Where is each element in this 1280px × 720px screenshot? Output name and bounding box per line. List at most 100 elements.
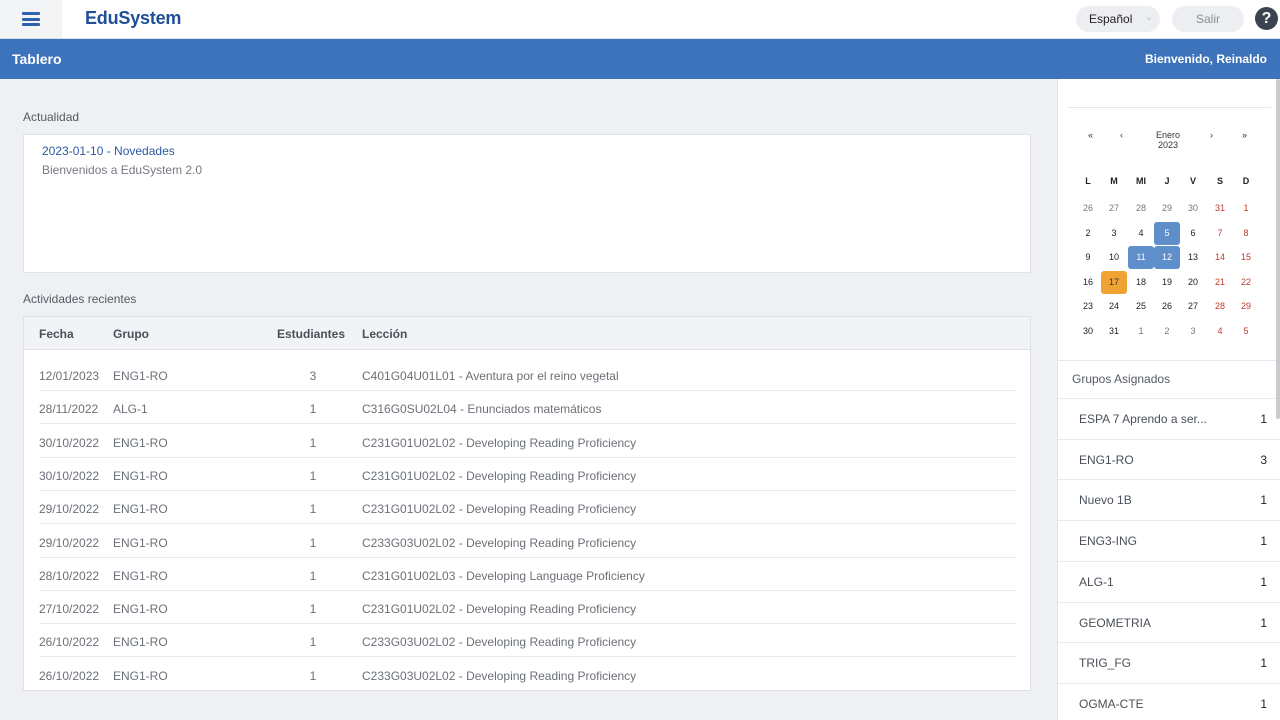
cell-date: 30/10/2022 (39, 435, 100, 450)
activities-table: Fecha Grupo Estudiantes Lección 12/01/20… (23, 316, 1031, 691)
calendar-prev-year-button[interactable]: « (1088, 130, 1093, 140)
calendar-day[interactable]: 30 (1075, 320, 1101, 343)
calendar-day[interactable]: 8 (1233, 222, 1259, 245)
table-row[interactable]: 26/10/2022 ENG1-RO 1 C233G03U02L02 - Develo… (39, 658, 1016, 690)
calendar-day[interactable]: 15 (1233, 246, 1259, 269)
calendar-day[interactable]: 20 (1180, 271, 1206, 294)
calendar-day[interactable]: 19 (1154, 271, 1180, 294)
group-item[interactable]: ENG3-ING 1 (1058, 520, 1280, 561)
calendar-day[interactable]: 4 (1207, 320, 1233, 343)
cell-students: 1 (309, 602, 317, 617)
cell-students: 1 (309, 535, 317, 550)
calendar-day[interactable]: 27 (1180, 295, 1206, 318)
calendar-day[interactable]: 6 (1180, 222, 1206, 245)
group-item[interactable]: ESPA 7 Aprendo a ser... 1 (1058, 398, 1280, 439)
calendar-day[interactable]: 21 (1207, 271, 1233, 294)
groups-section-title: Grupos Asignados (1072, 372, 1171, 386)
table-row[interactable]: 26/10/2022 ENG1-RO 1 C233G03U02L02 - Develo… (39, 624, 1016, 658)
column-header-date[interactable]: Fecha (39, 327, 74, 341)
table-row[interactable]: 29/10/2022 ENG1-RO 1 C233G03U02L02 - Develo… (39, 525, 1016, 558)
cell-date: 30/10/2022 (39, 468, 100, 483)
calendar-day[interactable]: 1 (1233, 197, 1259, 220)
calendar-day[interactable]: 3 (1180, 320, 1206, 343)
table-row[interactable]: 29/10/2022 ENG1-RO 1 C231G01U02L02 - Develo… (39, 491, 1016, 525)
calendar-day[interactable]: 7 (1207, 222, 1233, 245)
calendar-day[interactable]: 29 (1233, 295, 1259, 318)
calendar-prev-month-button[interactable]: ‹ (1120, 130, 1123, 140)
app-brand: EduSystem (85, 8, 182, 28)
group-item[interactable]: OGMA-CTE 1 (1058, 682, 1280, 720)
calendar-day[interactable]: 26 (1154, 295, 1180, 318)
table-row[interactable]: 12/01/2023 ENG1-RO 3 C401G04U01L01 - Aventu… (39, 358, 1016, 391)
cell-lesson: C401G04U01L01 - Aventura por el reino ve… (362, 369, 619, 383)
calendar-day[interactable]: 5 (1154, 221, 1180, 245)
cell-group: ENG1-RO (113, 468, 168, 483)
cell-group: ENG1-RO (113, 435, 168, 450)
calendar-day[interactable]: 26 (1075, 197, 1101, 220)
logout-button[interactable]: Salir (1172, 6, 1244, 32)
cell-group: ENG1-RO (113, 502, 168, 517)
group-item[interactable]: ENG1-RO 3 (1058, 438, 1280, 480)
calendar-day[interactable]: 23 (1075, 295, 1101, 318)
group-name: ESPA 7 Aprendo a ser... (1079, 412, 1207, 426)
calendar-day[interactable]: 1 (1128, 320, 1154, 343)
calendar-day[interactable]: 27 (1101, 197, 1127, 220)
cell-group: ENG1-RO (113, 635, 168, 650)
calendar-day[interactable]: 10 (1101, 246, 1127, 269)
calendar-day[interactable]: 12 (1154, 246, 1180, 270)
calendar-day[interactable]: 3 (1101, 222, 1127, 245)
column-header-lesson[interactable]: Lección (362, 327, 407, 341)
calendar-day[interactable]: 17 (1101, 270, 1127, 294)
news-item-title[interactable]: 2023-01-10 - Novedades (42, 144, 175, 158)
calendar-day[interactable]: 22 (1233, 271, 1259, 294)
table-row[interactable]: 30/10/2022 ENG1-RO 1 C231G01U02L02 - Develo… (39, 425, 1016, 458)
group-item[interactable]: GEOMETRIA 1 (1058, 601, 1280, 643)
group-name: ALG-1 (1079, 574, 1114, 589)
welcome-message: Bienvenido, Reinaldo (1144, 52, 1267, 66)
table-row[interactable]: 27/10/2022 ENG1-RO 1 C231G01U02L02 - Develo… (39, 591, 1016, 625)
scrollbar[interactable] (1276, 79, 1280, 419)
calendar-weekday: D (1242, 176, 1250, 186)
table-row[interactable]: 28/11/2022 ALG-1 1 C316G0SU02L04 - Enunciad… (39, 391, 1016, 425)
calendar-day[interactable]: 28 (1128, 197, 1154, 220)
column-header-group[interactable]: Grupo (113, 327, 149, 341)
calendar-next-year-button[interactable]: » (1242, 130, 1247, 140)
calendar-month-label[interactable]: Enero 2023 (1146, 130, 1190, 150)
calendar-day[interactable]: 31 (1101, 320, 1127, 343)
language-select[interactable]: Español ⌄ (1076, 6, 1160, 32)
calendar-day[interactable]: 31 (1207, 197, 1233, 220)
calendar-day[interactable]: 18 (1128, 271, 1154, 294)
column-header-students[interactable]: Estudiantes (277, 327, 345, 341)
calendar-day[interactable]: 28 (1207, 295, 1233, 318)
hamburger-icon (22, 12, 40, 26)
calendar-day[interactable]: 30 (1180, 197, 1206, 220)
cell-lesson: C316G0SU02L04 - Enunciados matemáticos (362, 402, 602, 417)
group-item[interactable]: TRIG_FG 1 (1058, 642, 1280, 683)
table-row[interactable]: 28/10/2022 ENG1-RO 1 C231G01U02L03 - Develo… (39, 558, 1016, 591)
calendar-day[interactable]: 2 (1075, 222, 1101, 245)
group-item[interactable]: ALG-1 1 (1058, 560, 1280, 602)
cell-date: 27/10/2022 (39, 602, 100, 617)
calendar-next-month-button[interactable]: › (1210, 130, 1213, 140)
table-row[interactable]: 30/10/2022 ENG1-RO 1 C231G01U02L02 - Develo… (39, 458, 1016, 491)
calendar-day[interactable]: 13 (1180, 246, 1206, 269)
side-divider (1058, 360, 1280, 361)
calendar-weekday: M (1110, 176, 1118, 186)
cell-lesson: C233G03U02L02 - Developing Reading Profi… (362, 635, 637, 650)
calendar-day[interactable]: 16 (1075, 271, 1101, 294)
calendar-day[interactable]: 24 (1101, 295, 1127, 318)
cell-date: 28/10/2022 (39, 568, 100, 583)
calendar-day[interactable]: 2 (1154, 320, 1180, 343)
calendar-day[interactable]: 14 (1207, 246, 1233, 269)
help-icon[interactable]: ? (1255, 7, 1278, 30)
calendar-day[interactable]: 29 (1154, 197, 1180, 220)
cell-date: 28/11/2022 (39, 402, 99, 417)
menu-button[interactable] (0, 0, 62, 38)
calendar-day[interactable]: 5 (1233, 320, 1259, 343)
calendar-day[interactable]: 9 (1075, 246, 1101, 269)
group-item[interactable]: Nuevo 1B 1 (1058, 479, 1280, 520)
calendar-day[interactable]: 25 (1128, 295, 1154, 318)
calendar-day[interactable]: 11 (1128, 246, 1154, 270)
group-count: 1 (1260, 574, 1267, 589)
calendar-day[interactable]: 4 (1128, 222, 1154, 245)
